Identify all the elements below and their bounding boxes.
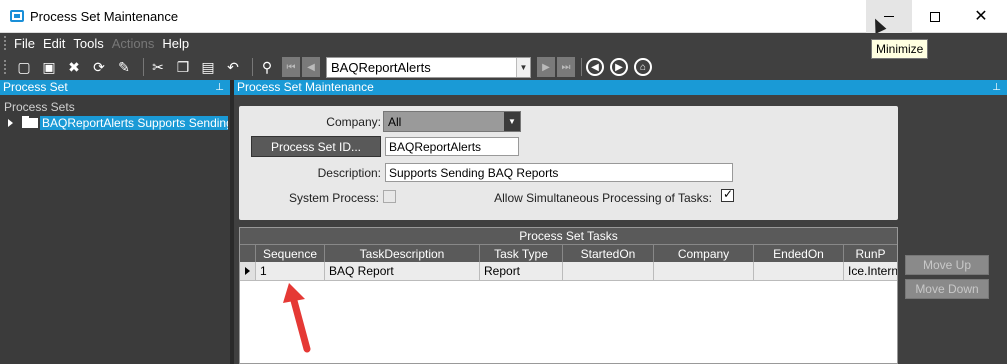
save-icon[interactable]: ▣ — [39, 57, 59, 77]
close-button[interactable]: ✕ — [958, 0, 1004, 33]
menu-actions: Actions — [111, 35, 155, 51]
row-indicator — [240, 262, 256, 281]
company-select[interactable]: All ▼ — [383, 111, 521, 132]
process-set-id-button[interactable]: Process Set ID... — [251, 136, 381, 157]
annotation-arrow-icon — [283, 283, 311, 353]
table-cell[interactable]: Ice.Intern — [844, 262, 897, 281]
record-combo-value: BAQReportAlerts — [331, 59, 431, 75]
menu-help[interactable]: Help — [162, 36, 189, 51]
home-icon[interactable]: ⌂ — [634, 58, 652, 76]
toolbar: ▢ ▣ ✖ ⟳ ✎ ✂ ❐ ▤ ↶ ⚲ ⏮ ◀ BAQReportAlerts … — [0, 55, 658, 79]
toolbar-separator — [143, 58, 144, 76]
row-selector-icon — [245, 267, 250, 275]
maximize-icon — [930, 11, 940, 22]
last-record-icon: ⏭ — [557, 57, 575, 77]
table-cell[interactable] — [563, 262, 654, 281]
menu-grip — [4, 36, 8, 50]
column-header[interactable]: RunP — [844, 244, 897, 262]
tree-root-label: Process Sets — [4, 100, 75, 114]
toolbar-separator — [581, 58, 582, 76]
company-label: Company: — [326, 115, 381, 129]
system-process-label: System Process: — [288, 191, 379, 205]
back-icon[interactable]: ◀ — [586, 58, 604, 76]
clear-icon[interactable]: ✎ — [114, 57, 134, 77]
table-row[interactable]: 1 BAQ Report Report Ice.Intern — [240, 262, 897, 281]
process-set-id-field[interactable]: BAQReportAlerts — [385, 137, 519, 156]
window-title: Process Set Maintenance — [30, 9, 179, 24]
system-process-checkbox[interactable] — [383, 190, 396, 203]
folder-icon — [22, 116, 38, 128]
process-set-panel: Process Set ⊥ Process Sets BAQReportAler… — [0, 80, 230, 364]
title-bar: Process Set Maintenance ✕ — [0, 0, 1007, 33]
table-cell[interactable] — [754, 262, 844, 281]
app-icon — [10, 10, 24, 22]
table-cell[interactable] — [654, 262, 754, 281]
delete-icon[interactable]: ✖ — [64, 57, 84, 77]
new-icon[interactable]: ▢ — [14, 57, 34, 77]
cut-icon[interactable]: ✂ — [148, 57, 168, 77]
minimize-icon — [884, 16, 894, 17]
copy-icon[interactable]: ❐ — [173, 57, 193, 77]
simultaneous-label: Allow Simultaneous Processing of Tasks: — [494, 191, 712, 205]
toolbar-separator — [252, 58, 253, 76]
main-panel: Process Set Maintenance ⊥ Company: All ▼… — [234, 80, 1007, 364]
move-down-button: Move Down — [905, 279, 989, 299]
tree-item[interactable]: BAQReportAlerts Supports Sending BAQ Rep… — [0, 115, 230, 131]
column-header[interactable]: TaskDescription — [325, 244, 480, 262]
process-set-tasks-grid: Process Set Tasks Sequence TaskDescripti… — [239, 227, 898, 364]
first-record-icon: ⏮ — [282, 57, 300, 77]
next-record-icon: ▶ — [537, 57, 555, 77]
company-value: All — [388, 115, 402, 129]
menu-edit[interactable]: Edit — [43, 36, 65, 51]
paste-icon[interactable]: ▤ — [198, 57, 218, 77]
minimize-tooltip: Minimize — [871, 39, 929, 59]
expand-icon[interactable] — [8, 119, 13, 127]
annotation-arrow-head — [283, 283, 305, 303]
column-header[interactable]: EndedOn — [754, 244, 844, 262]
column-header[interactable]: Company — [654, 244, 754, 262]
record-combo[interactable]: BAQReportAlerts ▼ — [326, 56, 531, 78]
column-header[interactable]: StartedOn — [563, 244, 654, 262]
left-panel-title: Process Set — [3, 80, 68, 94]
table-cell[interactable]: 1 — [256, 262, 325, 281]
table-cell[interactable]: Report — [480, 262, 563, 281]
left-panel-header: Process Set ⊥ — [0, 80, 230, 95]
search-icon[interactable]: ⚲ — [257, 57, 277, 77]
detail-form: Company: All ▼ Process Set ID... BAQRepo… — [239, 106, 898, 220]
chevron-down-icon[interactable]: ▼ — [516, 57, 530, 77]
column-header[interactable]: Task Type — [480, 244, 563, 262]
main-panel-title: Process Set Maintenance — [237, 80, 374, 94]
grid-row-indicator-header — [240, 244, 256, 262]
menu-bar: File Edit Tools Actions Help — [0, 34, 197, 52]
previous-record-icon: ◀ — [302, 57, 320, 77]
refresh-icon[interactable]: ⟳ — [89, 57, 109, 77]
close-icon: ✕ — [974, 7, 988, 25]
description-field[interactable]: Supports Sending BAQ Reports — [385, 163, 733, 182]
toolbar-grip — [4, 60, 8, 74]
menu-file[interactable]: File — [14, 36, 35, 51]
maximize-button[interactable] — [912, 0, 958, 33]
undo-icon[interactable]: ↶ — [223, 57, 243, 77]
grid-caption: Process Set Tasks — [240, 228, 897, 244]
pin-icon[interactable]: ⊥ — [215, 80, 224, 95]
description-label: Description: — [317, 166, 381, 180]
pin-icon[interactable]: ⊥ — [992, 80, 1001, 95]
table-cell[interactable]: BAQ Report — [325, 262, 480, 281]
simultaneous-checkbox[interactable] — [721, 187, 734, 202]
column-header[interactable]: Sequence — [256, 244, 325, 262]
forward-icon[interactable]: ▶ — [610, 58, 628, 76]
main-panel-header: Process Set Maintenance ⊥ — [234, 80, 1007, 95]
chevron-down-icon[interactable]: ▼ — [504, 112, 520, 131]
grid-header-row: Sequence TaskDescription Task Type Start… — [240, 244, 897, 262]
annotation-arrow-shaft — [289, 293, 311, 353]
menu-tools[interactable]: Tools — [73, 36, 103, 51]
tree-item-label[interactable]: BAQReportAlerts Supports Sending BAQ Rep… — [40, 116, 228, 130]
move-up-button: Move Up — [905, 255, 989, 275]
